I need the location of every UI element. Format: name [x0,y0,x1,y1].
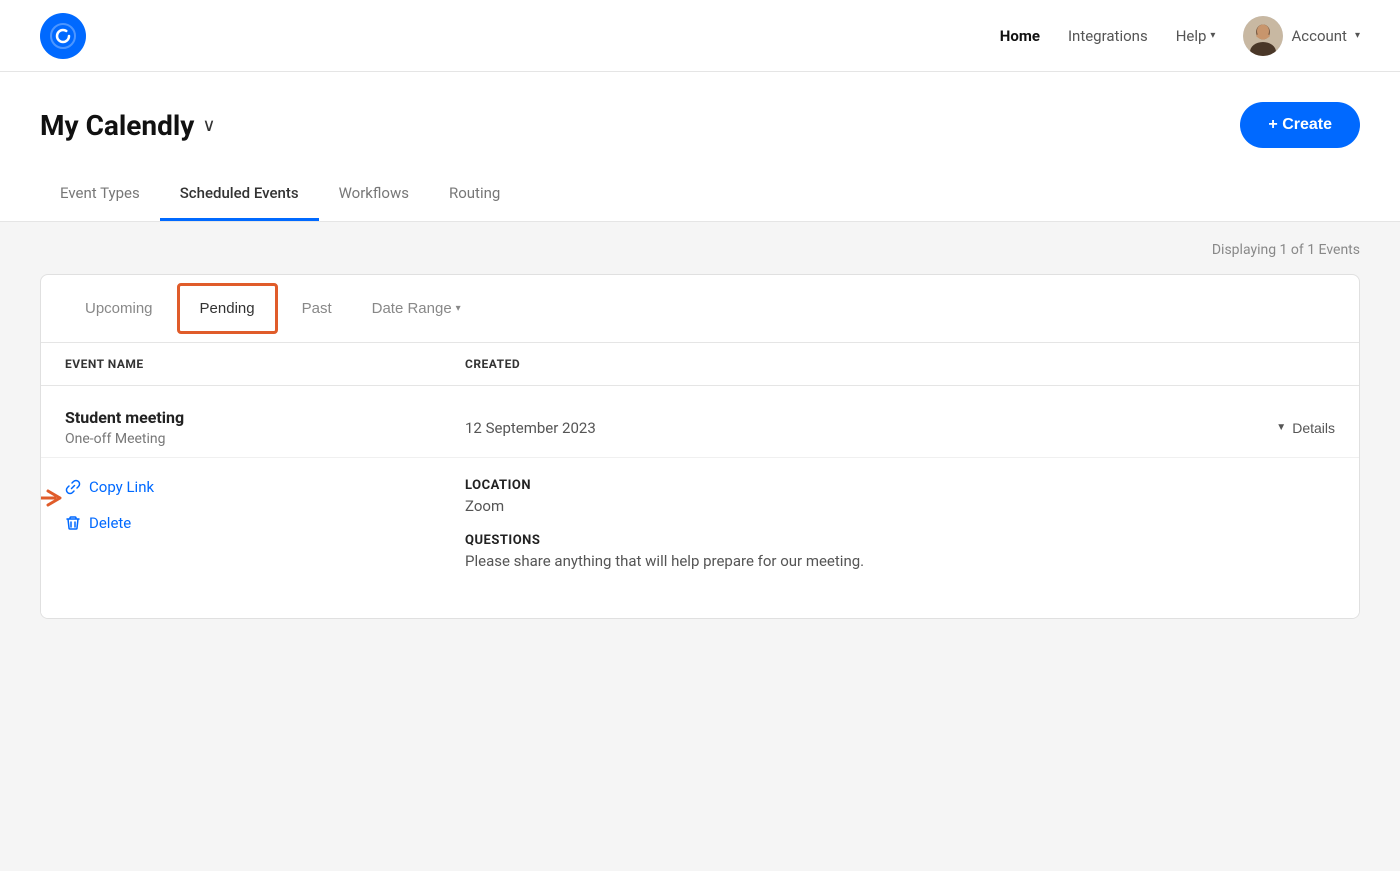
page-title-area[interactable]: My Calendly ∨ [40,109,216,142]
event-name-col: Student meeting One-off Meeting [65,408,465,447]
tab-workflows[interactable]: Workflows [319,168,429,221]
event-row-top: Student meeting One-off Meeting 12 Septe… [41,386,1359,458]
delete-button[interactable]: Delete [65,514,465,532]
event-name: Student meeting [65,408,465,427]
event-info: LOCATION Zoom QUESTIONS Please share any… [465,478,1335,588]
tab-event-types[interactable]: Event Types [40,168,160,221]
event-subtype: One-off Meeting [65,431,465,447]
nav-account-label: Account [1291,27,1347,45]
event-details-expanded: Copy Link Delete LOCATION Zoom [41,458,1359,618]
copy-link-icon [65,479,81,495]
create-button[interactable]: + Create [1240,102,1360,148]
event-actions: Copy Link Delete [65,478,465,588]
nav-help[interactable]: Help ▾ [1176,27,1216,45]
col-event-name-header: EVENT NAME [65,357,465,371]
location-value: Zoom [465,497,1335,515]
header-nav: Home Integrations Help ▾ Account ▾ [1000,16,1360,56]
questions-section: QUESTIONS Please share anything that wil… [465,533,1335,570]
location-label: LOCATION [465,478,1335,493]
header: Home Integrations Help ▾ Account ▾ [0,0,1400,72]
questions-label: QUESTIONS [465,533,1335,548]
filter-tab-pending[interactable]: Pending [177,283,278,334]
date-range-chevron-icon: ▾ [456,303,461,314]
table-row: Student meeting One-off Meeting 12 Septe… [41,386,1359,618]
page-title: My Calendly [40,109,194,142]
table-header: EVENT NAME CREATED [41,343,1359,386]
account-chevron-icon: ▾ [1355,30,1360,41]
details-button[interactable]: ▼ Details [1276,420,1335,436]
col-created-header: CREATED [465,357,1335,371]
filter-tab-date-range[interactable]: Date Range ▾ [352,282,481,335]
filter-tab-upcoming[interactable]: Upcoming [65,282,173,335]
location-section: LOCATION Zoom [465,478,1335,515]
help-chevron-icon: ▾ [1210,30,1215,41]
main-content: Displaying 1 of 1 Events Upcoming Pendin… [0,222,1400,871]
details-arrow-icon: ▼ [1276,422,1286,433]
arrow-indicator [40,486,65,510]
tabs-bar: Event Types Scheduled Events Workflows R… [0,168,1400,222]
delete-icon [65,515,81,531]
title-chevron-icon: ∨ [202,115,215,136]
nav-home[interactable]: Home [1000,27,1040,45]
questions-value: Please share anything that will help pre… [465,552,1335,570]
tab-routing[interactable]: Routing [429,168,520,221]
avatar [1243,16,1283,56]
copy-link-button[interactable]: Copy Link [65,478,465,496]
tab-scheduled-events[interactable]: Scheduled Events [160,168,319,221]
displaying-count: Displaying 1 of 1 Events [40,242,1360,258]
nav-integrations[interactable]: Integrations [1068,27,1148,45]
account-area[interactable]: Account ▾ [1243,16,1360,56]
filter-tabs: Upcoming Pending Past Date Range ▾ [41,275,1359,343]
event-created: 12 September 2023 [465,419,1276,437]
filter-tab-past[interactable]: Past [282,282,352,335]
logo-area[interactable] [40,13,86,59]
logo-icon [40,13,86,59]
page-header: My Calendly ∨ + Create [0,72,1400,148]
events-card: Upcoming Pending Past Date Range ▾ EVENT… [40,274,1360,619]
